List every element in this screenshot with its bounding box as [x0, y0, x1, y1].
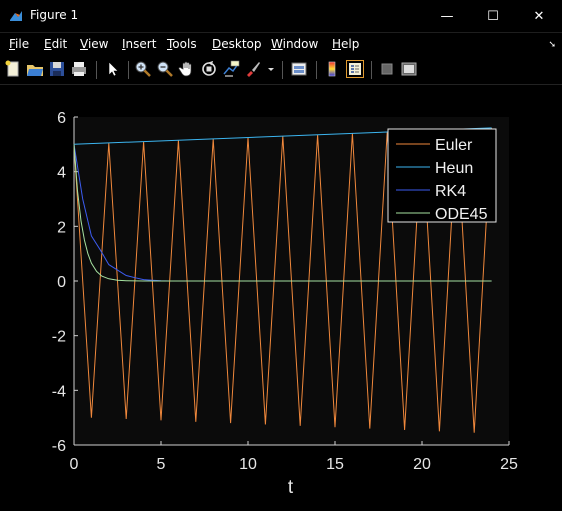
toolbar-separator [128, 61, 129, 79]
figure-canvas: 6 4 2 0 -2 -4 -6 0 5 10 15 20 25 t Euler Heun RK4 ODE45 [0, 86, 562, 506]
x-tick-label: 15 [326, 456, 344, 473]
zoom-in-icon[interactable] [134, 60, 152, 78]
maximize-icon: ☐ [487, 8, 499, 24]
toolbar-separator [96, 61, 97, 79]
legend-label-euler: Euler [435, 137, 473, 154]
close-button[interactable]: ✕ [516, 0, 562, 32]
y-tick-label: 4 [57, 165, 66, 182]
menu-desktop[interactable]: Desktop [212, 37, 262, 51]
minimize-icon: — [440, 8, 454, 24]
open-file-icon[interactable] [26, 60, 44, 78]
brush-icon[interactable] [244, 60, 262, 78]
pan-hand-icon[interactable] [178, 60, 196, 78]
brush-dropdown-icon[interactable] [266, 60, 276, 78]
legend-label-heun: Heun [435, 160, 473, 177]
maximize-button[interactable]: ☐ [470, 0, 516, 32]
x-axis-label: t [288, 477, 294, 498]
menu-bar: File Edit View Insert Tools Desktop Wind… [0, 33, 562, 55]
rotate-3d-icon[interactable] [200, 60, 218, 78]
y-tick-label: 2 [57, 219, 66, 236]
title-bar[interactable]: Figure 1 — ☐ ✕ [0, 0, 562, 33]
legend-label-rk4: RK4 [435, 183, 466, 200]
legend-label-ode45: ODE45 [435, 206, 488, 223]
toolbar-separator [282, 61, 283, 79]
window-title: Figure 1 [30, 8, 79, 22]
edit-plot-arrow-icon[interactable] [104, 60, 122, 78]
insert-colorbar-icon[interactable] [323, 60, 341, 78]
minimize-button[interactable]: — [424, 0, 470, 32]
zoom-out-icon[interactable] [156, 60, 174, 78]
data-cursor-icon[interactable] [222, 60, 240, 78]
x-tick-label: 20 [413, 456, 431, 473]
menu-tools[interactable]: Tools [167, 37, 197, 51]
menu-insert[interactable]: Insert [122, 37, 156, 51]
menu-view[interactable]: View [80, 37, 108, 51]
toolbar-separator [371, 61, 372, 79]
insert-legend-icon[interactable] [346, 60, 364, 78]
menu-file[interactable]: File [9, 37, 29, 51]
legend: Euler Heun RK4 ODE45 [387, 128, 497, 223]
hide-plot-tools-icon[interactable] [378, 60, 396, 78]
y-tick-label: -6 [52, 438, 66, 455]
close-icon: ✕ [533, 8, 545, 24]
figure-toolbar [0, 56, 562, 85]
y-tick-label: 6 [57, 110, 66, 127]
x-tick-label: 25 [500, 456, 518, 473]
toolbar-separator [316, 61, 317, 79]
y-tick-label: -2 [52, 329, 66, 346]
matlab-logo-icon [8, 8, 24, 24]
dock-arrow-icon[interactable]: ➘ [548, 39, 556, 50]
plot-axes[interactable]: 6420-2-4-60 5 10 15 20 25tEulerHeunRK4ODE45 [0, 86, 562, 506]
show-plot-tools-icon[interactable] [400, 60, 418, 78]
save-icon[interactable] [48, 60, 66, 78]
figure-window: Figure 1 — ☐ ✕ File Edit View Insert Too… [0, 0, 562, 506]
print-icon[interactable] [70, 60, 88, 78]
menu-edit[interactable]: Edit [44, 37, 67, 51]
x-tick-label: 5 [157, 456, 166, 473]
menu-window[interactable]: Window [271, 37, 318, 51]
y-tick-label: 0 [57, 274, 66, 291]
y-tick-label: -4 [52, 383, 66, 400]
link-plot-icon[interactable] [290, 60, 308, 78]
menu-help[interactable]: Help [332, 37, 359, 51]
x-tick-label: 0 [70, 456, 79, 473]
new-figure-icon[interactable] [4, 60, 22, 78]
x-tick-label: 10 [239, 456, 257, 473]
